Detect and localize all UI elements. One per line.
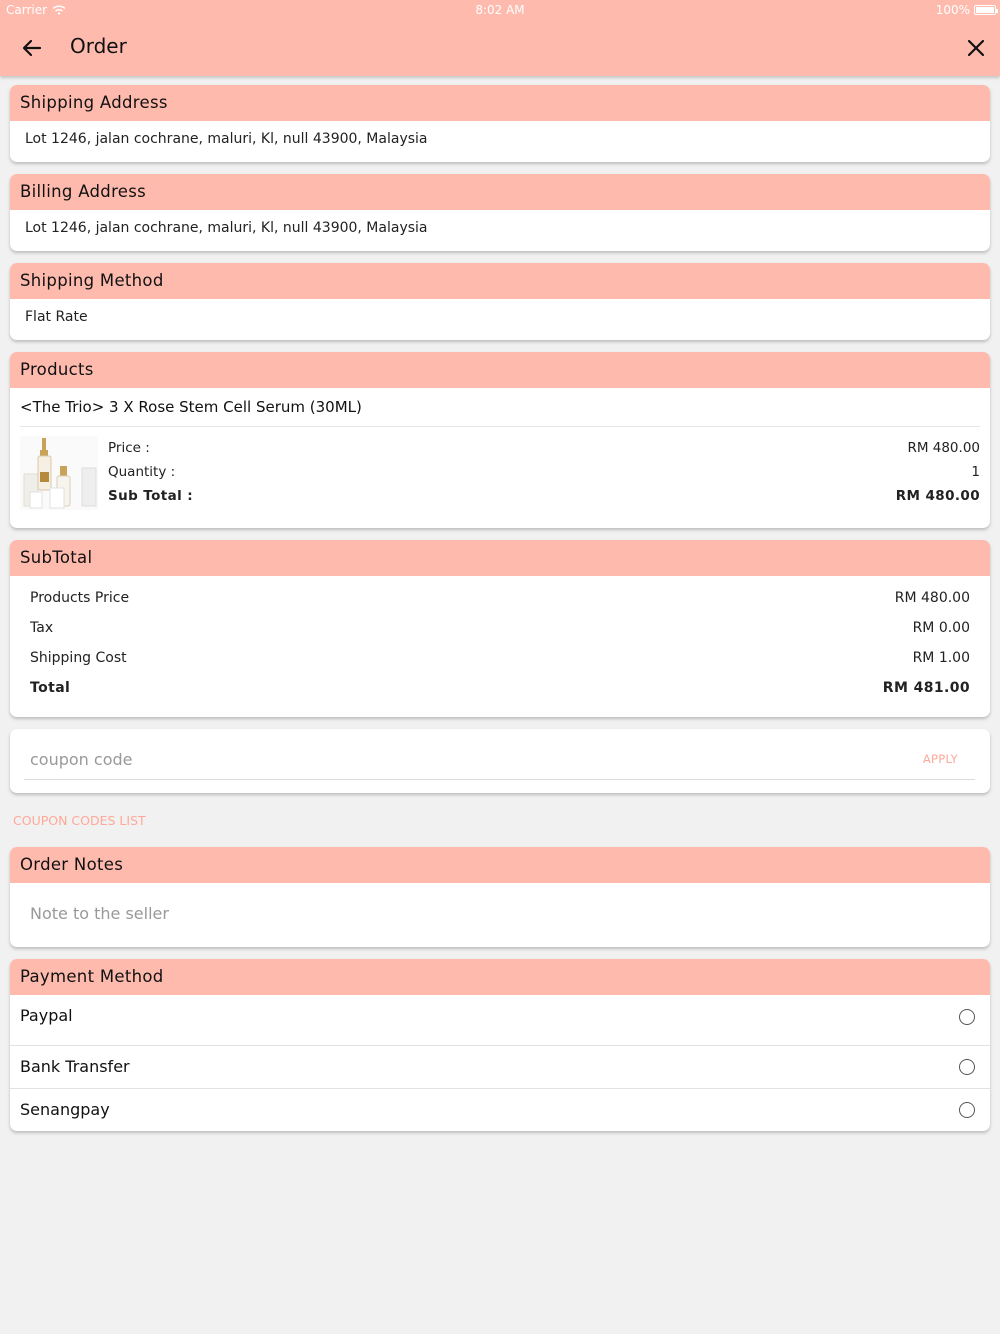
status-time: 8:02 AM [475,3,525,17]
product-thumbnail[interactable] [20,436,98,510]
products-price-label: Products Price [30,590,130,606]
order-notes-heading: Order Notes [10,847,990,883]
shipping-method-text: Flat Rate [25,309,88,325]
coupon-underline [24,779,975,780]
payment-option-label: Paypal [20,1006,73,1025]
payment-option-senangpay[interactable]: Senangpay [10,1088,990,1131]
battery-icon [974,5,998,15]
subtotal-card: SubTotal Products Price RM 480.00 Tax RM… [10,540,990,717]
payment-option-paypal[interactable]: Paypal [10,995,990,1038]
shipping-method-card: Shipping Method Flat Rate [10,263,990,340]
order-notes-card: Order Notes [10,847,990,947]
price-label: Price : [108,440,150,456]
coupon-codes-list-link[interactable]: COUPON CODES LIST [13,813,146,828]
status-battery: 100% [935,3,998,17]
payment-option-label: Senangpay [20,1100,110,1119]
products-price-value: RM 480.00 [894,590,970,606]
payment-option-label: Bank Transfer [20,1057,130,1076]
apply-coupon-button[interactable]: APPLY [923,752,958,766]
subtotal-value: RM 480.00 [895,488,980,504]
product-image-icon [23,438,97,509]
senangpay-radio[interactable] [959,1102,975,1118]
products-card: Products <The Trio> 3 X Rose Stem Cell S… [10,352,990,528]
shipping-method-heading: Shipping Method [10,263,990,299]
quantity-value: 1 [971,464,980,480]
billing-address-heading: Billing Address [10,174,990,210]
product-divider [20,426,980,427]
billing-address-text: Lot 1246, jalan cochrane, maluri, Kl, nu… [25,220,428,236]
total-value: RM 481.00 [882,680,970,696]
tax-value: RM 0.00 [912,620,970,636]
total-label: Total [30,680,71,696]
price-value: RM 480.00 [907,440,980,456]
products-heading: Products [10,352,990,388]
subtotal-label: Sub Total : [108,488,194,504]
tax-label: Tax [30,620,54,636]
shipping-cost-value: RM 1.00 [912,650,970,666]
payment-method-heading: Payment Method [10,959,990,995]
page-title: Order [70,34,127,58]
paypal-radio[interactable] [959,1009,975,1025]
shipping-address-text: Lot 1246, jalan cochrane, maluri, Kl, nu… [25,131,428,147]
coupon-card: APPLY [10,729,990,793]
subtotal-heading: SubTotal [10,540,990,576]
billing-address-card: Billing Address Lot 1246, jalan cochrane… [10,174,990,251]
arrow-left-icon [22,39,42,57]
coupon-input[interactable] [30,741,830,777]
close-button[interactable] [964,36,988,60]
close-icon [967,39,985,57]
order-notes-input[interactable] [30,895,830,931]
shipping-address-heading: Shipping Address [10,85,990,121]
back-button[interactable] [20,36,44,60]
bank-transfer-radio[interactable] [959,1059,975,1075]
product-name[interactable]: <The Trio> 3 X Rose Stem Cell Serum (30M… [20,398,362,416]
payment-option-bank-transfer[interactable]: Bank Transfer [10,1045,990,1088]
battery-percent: 100% [935,3,970,17]
shipping-cost-label: Shipping Cost [30,650,127,666]
app-header: Carrier 8:02 AM 100% Order [0,0,1000,76]
quantity-label: Quantity : [108,464,176,480]
shipping-address-card: Shipping Address Lot 1246, jalan cochran… [10,85,990,162]
payment-method-card: Payment Method Paypal Bank Transfer Sena… [10,959,990,1131]
